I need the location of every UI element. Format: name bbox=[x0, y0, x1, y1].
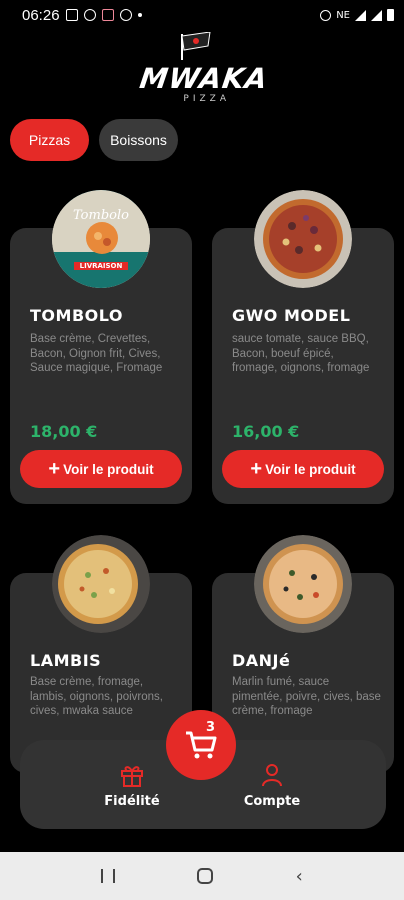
product-name: TOMBOLO bbox=[30, 306, 123, 325]
more-notifications-icon bbox=[137, 13, 142, 17]
plus-icon: + bbox=[48, 458, 61, 480]
status-system-icons: NE bbox=[320, 9, 394, 21]
product-price: 18,00 € bbox=[30, 422, 98, 441]
brand-logo: MWAKA PIZZA bbox=[137, 28, 271, 108]
product-photo bbox=[52, 535, 150, 633]
gallery-icon bbox=[65, 9, 78, 21]
recent-apps-icon[interactable] bbox=[101, 869, 116, 883]
product-name: GWO MODEL bbox=[232, 306, 351, 325]
flag-icon bbox=[181, 32, 211, 60]
product-photo bbox=[254, 535, 352, 633]
nav-compte[interactable]: Compte bbox=[217, 762, 327, 809]
pizza-image bbox=[52, 535, 150, 633]
tombolo-poster-title: Tombolo bbox=[73, 208, 129, 223]
tombolo-poster-image bbox=[52, 190, 150, 288]
view-product-button[interactable]: + Voir le produit bbox=[222, 450, 384, 488]
product-name: DANJé bbox=[232, 651, 291, 670]
plus-icon: + bbox=[250, 458, 263, 480]
nav-fidelite-label: Fidélité bbox=[104, 794, 160, 809]
tombolo-poster-caption: LIVRAISON bbox=[79, 262, 123, 270]
brand-name: MWAKA bbox=[137, 62, 271, 95]
product-description: Base crème, Crevettes, Bacon, Oignon fri… bbox=[30, 333, 163, 374]
cart-count-badge: 3 bbox=[206, 720, 216, 735]
product-price: 16,00 € bbox=[232, 422, 300, 441]
pizza-image bbox=[254, 190, 352, 288]
message-icon bbox=[83, 9, 96, 21]
back-icon[interactable]: ‹ bbox=[296, 866, 303, 887]
view-product-label: Voir le produit bbox=[265, 461, 356, 477]
signal-icon bbox=[355, 9, 366, 21]
view-product-label: Voir le produit bbox=[63, 461, 154, 477]
product-card-gwo-model[interactable]: GWO MODEL sauce tomate, sauce BBQ, Bacon… bbox=[212, 190, 394, 504]
network-label: NE bbox=[336, 9, 350, 21]
product-description: Marlin fumé, sauce pimentée, poivre, civ… bbox=[232, 676, 381, 717]
pizza-image bbox=[254, 535, 352, 633]
battery-icon bbox=[387, 9, 394, 21]
status-notification-icons bbox=[65, 9, 142, 21]
product-photo: Tombolo LIVRAISON bbox=[52, 190, 150, 288]
product-photo bbox=[254, 190, 352, 288]
home-icon[interactable] bbox=[197, 868, 214, 884]
user-icon bbox=[262, 764, 282, 787]
alarm-icon bbox=[320, 9, 332, 21]
product-description: sauce tomate, sauce BBQ, Bacon, boeuf ép… bbox=[232, 333, 370, 374]
nav-fidelite[interactable]: Fidélité bbox=[77, 762, 187, 809]
signal-2-icon bbox=[371, 9, 382, 21]
product-card-tombolo[interactable]: Tombolo LIVRAISON TOMBOLO Base crème, Cr… bbox=[10, 190, 192, 504]
tab-boissons[interactable]: Boissons bbox=[99, 119, 178, 161]
cart-button[interactable]: 3 bbox=[166, 710, 236, 780]
gift-icon bbox=[121, 766, 143, 787]
brand-subtitle: PIZZA bbox=[183, 94, 230, 104]
tab-pizzas[interactable]: Pizzas bbox=[10, 119, 89, 161]
view-product-button[interactable]: + Voir le produit bbox=[20, 450, 182, 488]
status-bar: 06:26 NE bbox=[0, 0, 404, 30]
product-name: LAMBIS bbox=[30, 651, 102, 670]
heart-app-icon bbox=[101, 9, 114, 21]
product-description: Base crème, fromage, lambis, oignons, po… bbox=[30, 676, 163, 717]
whatsapp-icon bbox=[119, 9, 132, 21]
system-navigation-bar: ‹ bbox=[0, 852, 404, 900]
nav-compte-label: Compte bbox=[243, 794, 301, 809]
status-time: 06:26 bbox=[22, 6, 60, 24]
